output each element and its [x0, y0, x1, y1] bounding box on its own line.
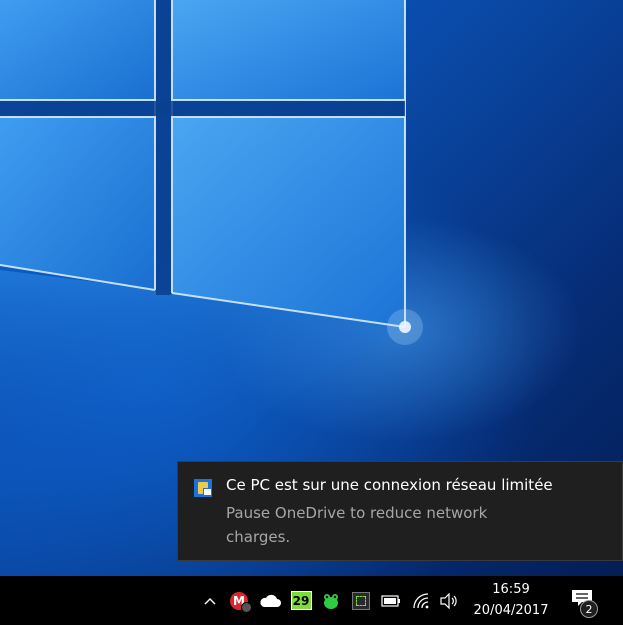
notification-body: Pause OneDrive to reduce network charges…: [226, 504, 488, 546]
notification-title: Ce PC est sur une connexion réseau limit…: [226, 476, 553, 494]
volume-icon[interactable]: [437, 576, 461, 625]
calendar-icon[interactable]: 29: [289, 576, 313, 625]
dashed-square-icon[interactable]: [349, 576, 373, 625]
clock-date: 20/04/2017: [473, 603, 549, 618]
network-notification-toast[interactable]: Ce PC est sur une connexion réseau limit…: [177, 461, 623, 561]
action-center-button[interactable]: 2: [566, 576, 606, 625]
taskbar-clock[interactable]: 16:59 20/04/2017: [468, 576, 554, 625]
clock-time: 16:59: [492, 582, 530, 597]
notification-count-badge: 2: [580, 600, 598, 618]
calendar-day: 29: [290, 591, 312, 610]
mega-icon[interactable]: M: [227, 576, 252, 625]
chevron-up-icon[interactable]: [200, 576, 220, 625]
onedrive-cloud-icon[interactable]: [258, 576, 282, 625]
frog-icon[interactable]: [319, 576, 343, 625]
wifi-icon[interactable]: [409, 576, 433, 625]
battery-icon[interactable]: [379, 576, 403, 625]
taskbar: M 29 16:59 20/04/2017 2: [0, 576, 623, 625]
network-warning-icon: [194, 479, 212, 497]
